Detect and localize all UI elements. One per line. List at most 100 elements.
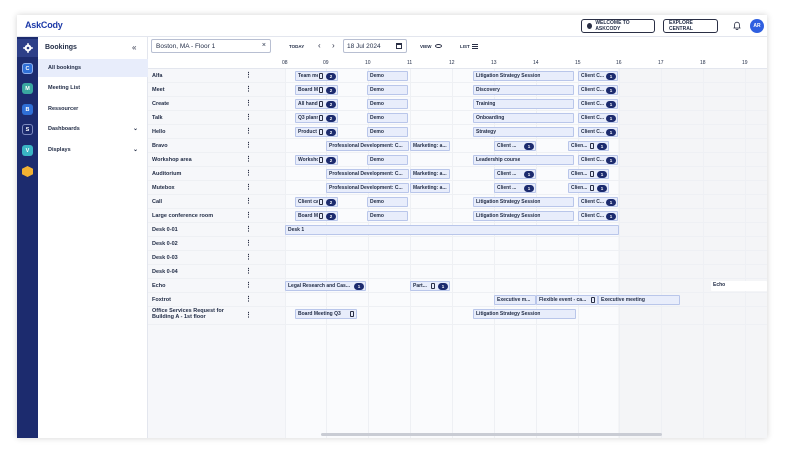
booking-event[interactable]: Q3 planning 2 xyxy=(295,113,338,123)
booking-event[interactable]: Part... 1 xyxy=(410,281,450,291)
booking-event[interactable]: Client C... 1 xyxy=(578,85,618,95)
booking-event[interactable]: Client C... 1 xyxy=(578,197,618,207)
booking-event[interactable]: Training xyxy=(473,99,574,109)
booking-event[interactable]: Clien... 1 xyxy=(568,141,609,151)
booking-event[interactable]: Client ... 1 xyxy=(494,141,536,151)
resource-name[interactable]: Desk 0-02 xyxy=(152,241,178,247)
more-options-icon[interactable]: ⋮ xyxy=(245,142,252,149)
booking-event[interactable]: Client ... 1 xyxy=(494,169,536,179)
booking-event[interactable]: Leadership course xyxy=(473,155,574,165)
booking-event[interactable]: Demo xyxy=(367,197,408,207)
booking-event[interactable]: Executive meeting xyxy=(598,295,680,305)
booking-event[interactable]: Litigation Strategy Session xyxy=(473,197,574,207)
booking-event[interactable]: Strategy xyxy=(473,127,574,137)
avatar[interactable]: AR xyxy=(750,19,764,33)
booking-event[interactable]: Discovery xyxy=(473,85,574,95)
location-search-input[interactable]: Boston, MA - Floor 1 × xyxy=(151,39,271,53)
askcody-logo[interactable]: AskCody xyxy=(25,20,63,30)
c-app-icon[interactable]: C xyxy=(22,63,33,74)
booking-event[interactable]: Client call 2 xyxy=(295,197,338,207)
menu-item-dashboards[interactable]: Dashboards ⌄ xyxy=(38,120,148,138)
b-app-icon[interactable]: B xyxy=(22,104,33,115)
more-options-icon[interactable]: ⋮ xyxy=(245,226,252,233)
booking-event[interactable]: Marketing: a... xyxy=(410,169,450,179)
booking-event[interactable]: Board Meeti... 2 xyxy=(295,85,338,95)
booking-event[interactable]: Client C... 1 xyxy=(578,99,618,109)
booking-event[interactable]: Board Meeti... 2 xyxy=(295,211,338,221)
next-day-icon[interactable]: › xyxy=(332,41,335,50)
booking-event[interactable]: Demo xyxy=(367,127,408,137)
more-options-icon[interactable]: ⋮ xyxy=(245,86,252,93)
booking-event[interactable]: Client C... 1 xyxy=(578,211,618,221)
menu-item-meeting-list[interactable]: Meeting List xyxy=(38,79,148,97)
booking-event[interactable]: Team meeting 2 xyxy=(295,71,338,81)
booking-event[interactable]: Client ... 1 xyxy=(494,183,536,193)
resource-name[interactable]: Echo xyxy=(152,283,165,289)
explore-central-button[interactable]: EXPLORE CENTRAL xyxy=(663,19,718,33)
menu-item-displays[interactable]: Displays ⌄ xyxy=(38,141,148,159)
resource-name[interactable]: Desk 0-01 xyxy=(152,227,178,233)
booking-event[interactable]: Client C... 1 xyxy=(578,113,618,123)
more-options-icon[interactable]: ⋮ xyxy=(245,282,252,289)
calendar-icon[interactable] xyxy=(396,43,402,49)
booking-event[interactable]: Client C... 1 xyxy=(578,127,618,137)
more-options-icon[interactable]: ⋮ xyxy=(245,100,252,107)
resource-name[interactable]: Desk 0-04 xyxy=(152,269,178,275)
more-options-icon[interactable]: ⋮ xyxy=(245,114,252,121)
booking-event[interactable]: Demo xyxy=(367,113,408,123)
today-button[interactable]: TODAY xyxy=(289,44,304,49)
list-icon[interactable] xyxy=(472,44,478,49)
resource-name[interactable]: Call xyxy=(152,199,162,205)
resource-name[interactable]: Talk xyxy=(152,115,163,121)
booking-event[interactable]: Client C... 1 xyxy=(578,155,618,165)
booking-event[interactable]: Demo xyxy=(367,99,408,109)
more-options-icon[interactable]: ⋮ xyxy=(245,198,252,205)
bell-icon[interactable] xyxy=(733,21,741,30)
resource-name[interactable]: Workshop area xyxy=(152,157,192,163)
booking-event[interactable]: Marketing: a... xyxy=(410,141,450,151)
booking-event[interactable]: Demo xyxy=(367,155,408,165)
more-options-icon[interactable]: ⋮ xyxy=(245,240,252,247)
s-app-icon[interactable]: S xyxy=(22,124,33,135)
booking-event[interactable]: Product walk... 2 xyxy=(295,127,338,137)
date-picker-input[interactable]: 18 Jul 2024 xyxy=(343,39,407,53)
booking-event[interactable]: Onboarding xyxy=(473,113,574,123)
welcome-button[interactable]: WELCOME TO ASKCODY xyxy=(581,19,655,33)
eye-icon[interactable] xyxy=(435,44,442,48)
resource-name[interactable]: Hello xyxy=(152,129,165,135)
more-options-icon[interactable]: ⋮ xyxy=(245,170,252,177)
hex-app-icon[interactable] xyxy=(22,166,33,177)
more-options-icon[interactable]: ⋮ xyxy=(245,72,252,79)
booking-event[interactable]: Professional Development: C... xyxy=(326,169,409,179)
resource-name[interactable]: Foxtrot xyxy=(152,297,171,303)
more-options-icon[interactable]: ⋮ xyxy=(245,128,252,135)
more-options-icon[interactable]: ⋮ xyxy=(245,184,252,191)
booking-event[interactable]: Clien... 1 xyxy=(568,183,609,193)
booking-event[interactable]: Legal Research and Cas... 1 xyxy=(285,281,366,291)
booking-event[interactable]: Workshop 2 xyxy=(295,155,338,165)
more-options-icon[interactable]: ⋮ xyxy=(245,296,252,303)
view-toggle-label[interactable]: VIEW xyxy=(420,44,432,49)
more-options-icon[interactable]: ⋮ xyxy=(245,312,252,319)
booking-event[interactable]: Litigation Strategy Session xyxy=(473,211,574,221)
list-toggle-label[interactable]: LIST xyxy=(460,44,470,49)
resource-name[interactable]: Auditorium xyxy=(152,171,181,177)
resource-name[interactable]: Office Services Request for Building A -… xyxy=(152,308,244,320)
more-options-icon[interactable]: ⋮ xyxy=(245,268,252,275)
v-app-icon[interactable]: V xyxy=(22,145,33,156)
resource-name[interactable]: Meet xyxy=(152,87,165,93)
booking-event[interactable]: Litigation Strategy Session xyxy=(473,309,576,319)
more-options-icon[interactable]: ⋮ xyxy=(245,212,252,219)
booking-event[interactable]: Demo xyxy=(367,211,408,221)
horizontal-scrollbar[interactable] xyxy=(321,433,662,436)
booking-event[interactable]: Litigation Strategy Session xyxy=(473,71,574,81)
booking-event[interactable]: Executive m... xyxy=(494,295,536,305)
booking-event[interactable]: Clien... 1 xyxy=(568,169,609,179)
resource-name[interactable]: Desk 0-03 xyxy=(152,255,178,261)
more-options-icon[interactable]: ⋮ xyxy=(245,254,252,261)
resource-name[interactable]: Create xyxy=(152,101,169,107)
booking-event[interactable]: Echo xyxy=(711,281,767,291)
resource-name[interactable]: Large conference room xyxy=(152,213,213,219)
booking-event[interactable]: All hands on ... 2 xyxy=(295,99,338,109)
booking-event[interactable]: Client C... 1 xyxy=(578,71,618,81)
